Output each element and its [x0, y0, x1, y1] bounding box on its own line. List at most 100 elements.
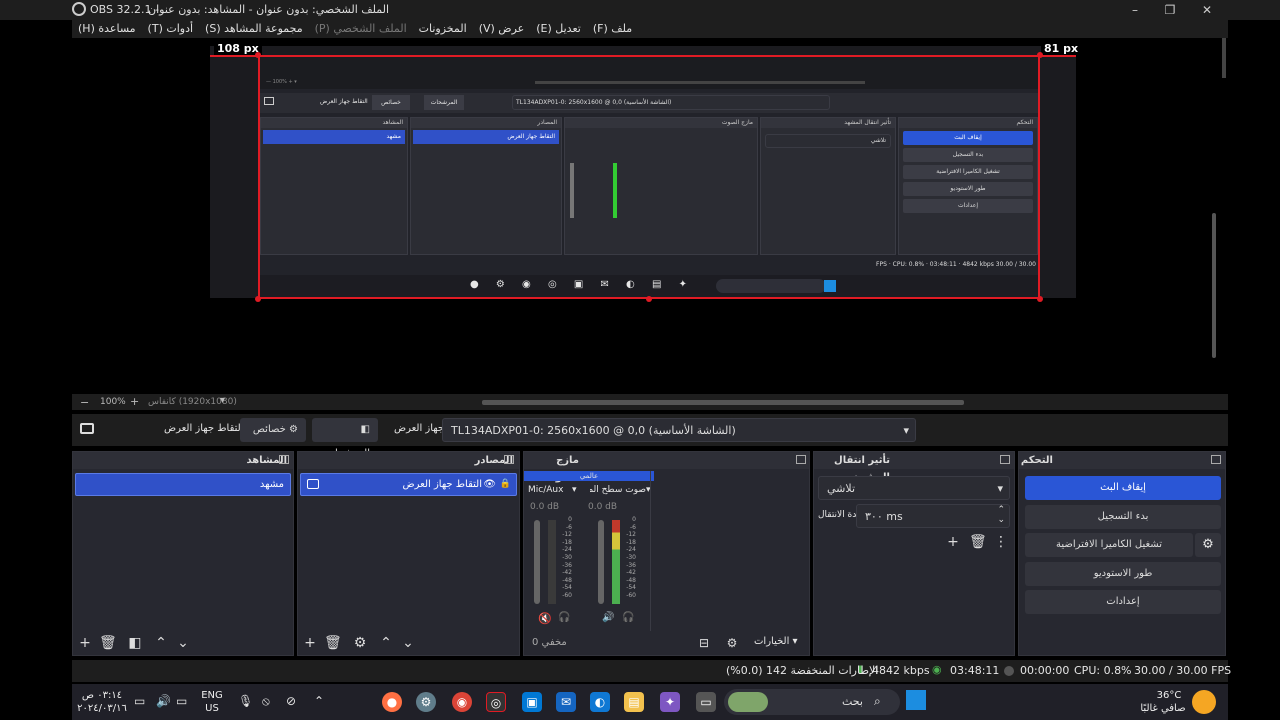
search-box[interactable]: ⌕ بحث	[724, 689, 900, 715]
eye-icon[interactable]: 👁	[483, 474, 496, 495]
chevron-down-icon[interactable]: ⌄	[400, 635, 416, 651]
filters-button[interactable]: ◧ المرشحات	[312, 418, 378, 459]
crop-handle-tl[interactable]	[255, 52, 261, 58]
options-button[interactable]: الخيارات ▾	[754, 636, 798, 647]
chevron-down-icon[interactable]: ▾	[572, 485, 577, 495]
headphones-icon[interactable]: 🎧	[622, 612, 634, 623]
chevron-up-icon[interactable]: ⌃	[153, 635, 169, 651]
edge-icon[interactable]: ◐	[590, 692, 610, 712]
studio-mode-button[interactable]: طور الاستوديو	[1025, 562, 1221, 586]
undock-icon[interactable]	[279, 455, 289, 464]
add-icon[interactable]: +	[945, 534, 961, 550]
layout-icon[interactable]: ⊟	[696, 635, 712, 651]
windows-taskbar: 36°C صافي غالبًا ⌕ بحث ▭ ✦ ▤ ◐ ✉ ▣ ◎ ◉ ⚙…	[72, 684, 1228, 720]
menu-help[interactable]: مساعدة (H)	[72, 20, 142, 38]
copilot-icon[interactable]: ✦	[660, 692, 680, 712]
zoom-out-button[interactable]: −	[80, 396, 89, 409]
chevron-up-icon[interactable]: ⌃	[314, 694, 324, 708]
scene-item[interactable]: مشهد	[75, 473, 291, 496]
captured-display[interactable]: — 100% + ▾ TL134ADXP01-0: 2560x1600 @ 0,…	[258, 55, 1040, 299]
gear-icon[interactable]: ⚙	[724, 635, 740, 651]
stream-time: 03:48:11	[950, 664, 1000, 677]
settings-button[interactable]: إعدادات	[1025, 590, 1221, 614]
chrome-icon[interactable]: ◉	[452, 692, 472, 712]
minimize-button[interactable]: –	[1120, 1, 1150, 19]
preview-vscroll-thumb[interactable]	[1212, 213, 1216, 358]
zoom-dropdown-icon[interactable]: ▾	[220, 395, 225, 406]
more-icon[interactable]: ⋮	[993, 534, 1009, 550]
zoom-in-button[interactable]: +	[130, 395, 139, 408]
wifi-off-icon[interactable]: ⦸	[262, 694, 270, 709]
network-icon[interactable]: ⊘	[286, 694, 296, 708]
close-button[interactable]: ✕	[1192, 1, 1222, 19]
lock-icon[interactable]: 🔒	[500, 474, 511, 495]
preview-hscroll-thumb[interactable]	[482, 400, 964, 405]
virtual-camera-button[interactable]: تشغيل الكاميرا الافتراضية	[1025, 533, 1193, 557]
weather-icon[interactable]	[1192, 690, 1216, 714]
duration-spinbox[interactable]: ٣٠٠ ms ⌃ ⌄	[856, 504, 1010, 528]
clock-time[interactable]: ٠٣:١٤ ص	[72, 690, 132, 702]
speaker-icon[interactable]: 🔊	[156, 694, 171, 708]
chevron-down-icon[interactable]: ⌄	[175, 635, 191, 651]
chevron-up-icon[interactable]: ⌃	[378, 635, 394, 651]
transition-type-dropdown[interactable]: تلاشي ▾	[818, 476, 1010, 500]
menu-docks[interactable]: المخزونات	[413, 20, 473, 38]
menu-view[interactable]: عرض (V)	[473, 20, 531, 38]
menu-scene-collection[interactable]: مجموعة المشاهد (S)	[199, 20, 309, 38]
store-icon[interactable]: ▣	[522, 692, 542, 712]
headphones-icon[interactable]: 🎧	[558, 612, 570, 623]
clock-date[interactable]: ٢٠٢٤/٠٣/١٦	[72, 703, 132, 715]
mini-display-dropdown: TL134ADXP01-0: 2560x1600 @ 0,0 (الشاشة ا…	[512, 95, 830, 110]
app-icon-orange[interactable]: ●	[382, 692, 402, 712]
chevron-up-icon[interactable]: ⌃	[997, 505, 1005, 515]
lang-top[interactable]: ENG	[198, 690, 226, 702]
scenes-dock: المشاهد مشهد + 🗑 ◧ ⌃ ⌄	[72, 451, 294, 656]
source-item[interactable]: التقاط جهاز العرض 👁 🔒	[300, 473, 517, 496]
undock-icon[interactable]	[796, 455, 806, 464]
trash-icon[interactable]: 🗑	[99, 635, 117, 651]
properties-button[interactable]: ⚙ خصائص	[240, 418, 306, 442]
add-icon[interactable]: +	[77, 635, 93, 651]
lang-bottom[interactable]: US	[198, 703, 226, 715]
volume-slider-desktop[interactable]	[598, 520, 604, 604]
audio-header: عالمي	[524, 471, 654, 481]
meter-mic	[548, 520, 556, 604]
crop-handle-br[interactable]	[1037, 296, 1043, 302]
menu-tools[interactable]: أدوات (T)	[142, 20, 200, 38]
outlook-icon[interactable]: ✉	[556, 692, 576, 712]
trash-icon[interactable]: 🗑	[969, 534, 987, 550]
filter-icon[interactable]: ◧	[127, 635, 143, 651]
settings-app-icon[interactable]: ⚙	[416, 692, 436, 712]
mini-transitions-dock: تأثير انتقال المشهد تلاشي	[760, 117, 896, 255]
app-icon-notes[interactable]: ▭	[696, 692, 716, 712]
obs-icon[interactable]: ◎	[486, 692, 506, 712]
undock-icon[interactable]	[1211, 455, 1221, 464]
gear-icon[interactable]: ⚙	[352, 635, 368, 651]
cpu-readout: CPU: 0.8%	[1074, 664, 1132, 677]
undock-icon[interactable]	[1000, 455, 1010, 464]
sources-footer: + 🗑 ⚙ ⌃ ⌄	[298, 631, 519, 655]
battery-icon[interactable]: ▭	[134, 694, 145, 708]
crop-handle-tr[interactable]	[1037, 52, 1043, 58]
add-icon[interactable]: +	[302, 635, 318, 651]
menu-profile[interactable]: الملف الشخصي (P)	[309, 20, 413, 38]
microphone-icon[interactable]: 🎙	[238, 694, 253, 708]
muted-speaker-icon[interactable]: 🔇	[538, 612, 552, 625]
volume-slider-mic[interactable]	[534, 520, 540, 604]
speaker-icon[interactable]: 🔊	[602, 612, 614, 623]
display-dropdown[interactable]: TL134ADXP01-0: 2560x1600 @ 0,0 (الشاشة ا…	[442, 418, 916, 442]
maximize-button[interactable]: ❐	[1155, 1, 1185, 19]
start-icon[interactable]	[906, 690, 926, 710]
menu-file[interactable]: ملف (F)	[587, 20, 638, 38]
file-explorer-icon[interactable]: ▤	[624, 692, 644, 712]
menu-edit[interactable]: تعديل (E)	[530, 20, 587, 38]
display-icon[interactable]: ▭	[176, 694, 187, 708]
stop-stream-button[interactable]: إيقاف البث	[1025, 476, 1221, 500]
crop-handle-bl[interactable]	[255, 296, 261, 302]
chevron-down-icon[interactable]: ⌄	[997, 515, 1005, 525]
undock-icon[interactable]	[504, 455, 514, 464]
trash-icon[interactable]: 🗑	[324, 635, 342, 651]
crop-handle-bottom[interactable]	[646, 296, 652, 302]
start-recording-button[interactable]: بدء التسجيل	[1025, 505, 1221, 529]
gear-icon[interactable]: ⚙	[1195, 533, 1221, 557]
